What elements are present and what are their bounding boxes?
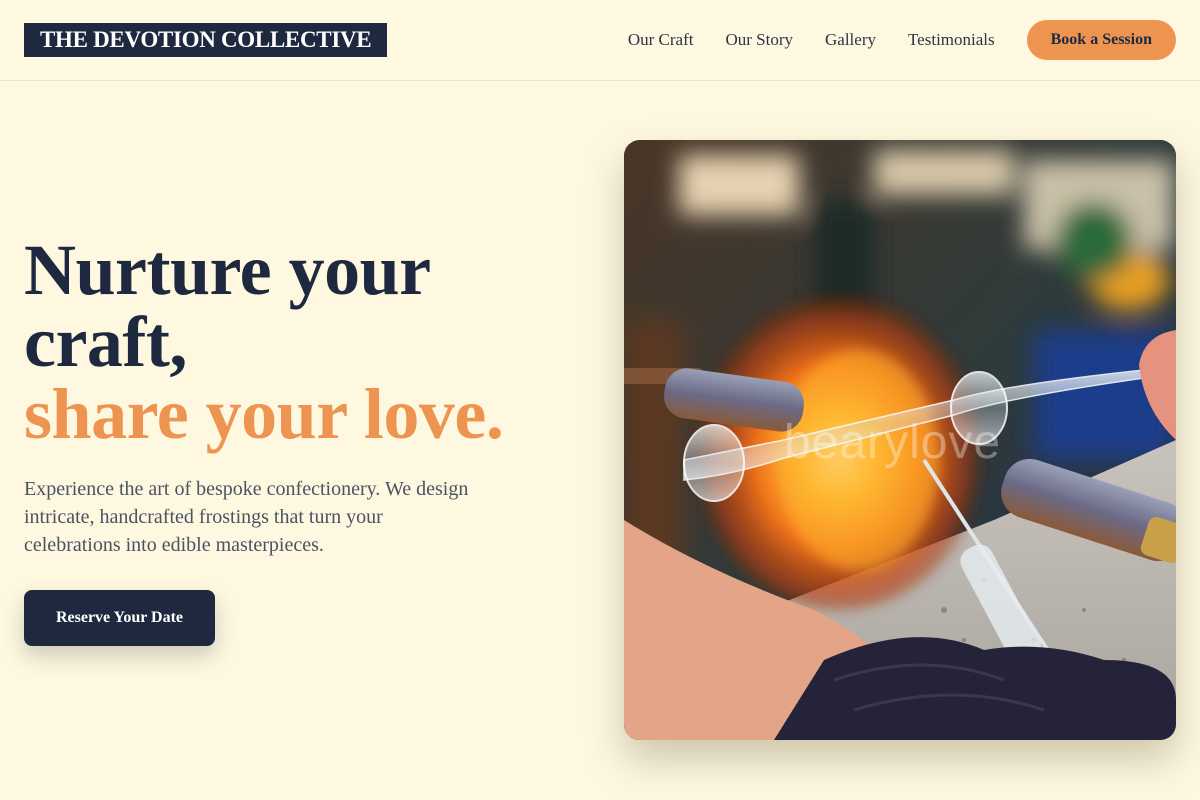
image-watermark: bearylove — [784, 416, 1002, 469]
hero-title-accent: share your love. — [24, 374, 504, 454]
hero-title-line-2: craft, — [24, 302, 187, 382]
hero-title: Nurture your craft, share your love. — [24, 234, 584, 450]
nav-link-our-craft[interactable]: Our Craft — [628, 30, 694, 50]
hero-description: Experience the art of bespoke confection… — [24, 478, 469, 556]
hero-image: bearylove — [624, 140, 1176, 740]
book-session-button[interactable]: Book a Session — [1026, 20, 1176, 60]
nav-link-our-story[interactable]: Our Story — [725, 30, 793, 50]
site-header: THE DEVOTION COLLECTIVE Our Craft Our St… — [0, 0, 1200, 81]
nav-link-gallery[interactable]: Gallery — [825, 30, 876, 50]
reserve-date-button[interactable]: Reserve Your Date — [24, 590, 215, 646]
nav-link-testimonials[interactable]: Testimonials — [908, 30, 995, 50]
brand-logo[interactable]: THE DEVOTION COLLECTIVE — [24, 23, 388, 57]
main-nav: Our Craft Our Story Gallery Testimonials… — [628, 20, 1176, 60]
hero-title-line-1: Nurture your — [24, 230, 431, 310]
